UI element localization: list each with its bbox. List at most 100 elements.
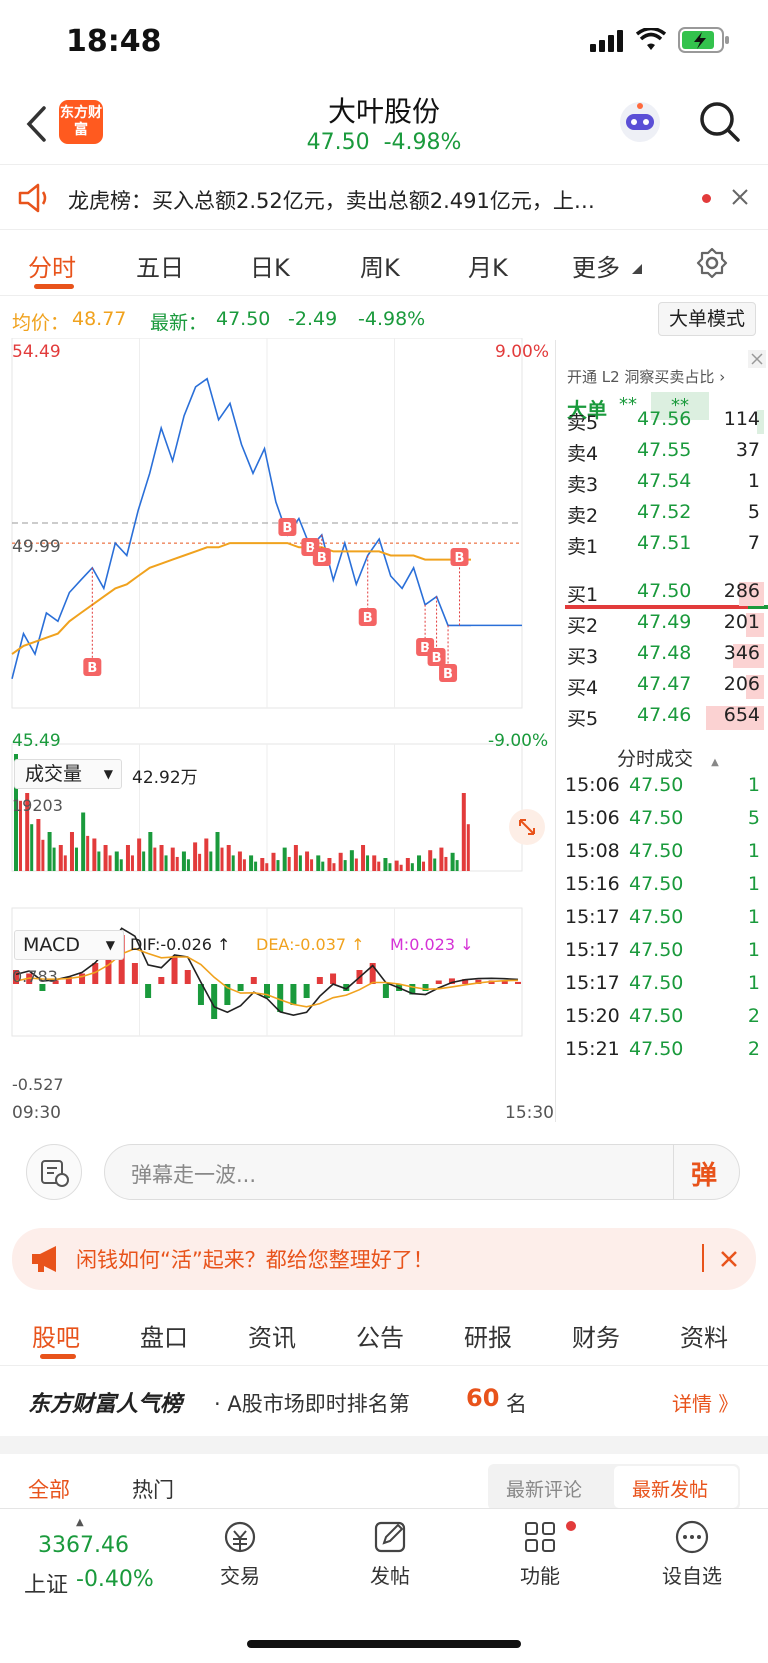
rank-detail-link[interactable]: 详情 》 bbox=[672, 1388, 738, 1417]
volume-bar bbox=[137, 838, 142, 871]
volume-bar bbox=[114, 851, 119, 871]
volume-bar bbox=[282, 847, 287, 871]
volume-indicator-select[interactable]: 成交量 ▼ bbox=[14, 759, 122, 789]
tab-news[interactable]: 资讯 bbox=[248, 1318, 296, 1353]
order-label: 买3 bbox=[567, 646, 599, 668]
danmu-send-button[interactable]: 弹 bbox=[691, 1155, 717, 1192]
order-label: 卖4 bbox=[567, 443, 599, 465]
volume-bar bbox=[170, 847, 175, 871]
tab-guba[interactable]: 股吧 bbox=[32, 1318, 80, 1353]
order-price: 47.47 bbox=[637, 673, 692, 695]
volume-bar bbox=[428, 850, 433, 871]
popularity-rank[interactable]: 东方财富人气榜 · A股市场即时排名第 60 名 详情 》 bbox=[0, 1366, 768, 1436]
order-price: 47.46 bbox=[637, 704, 692, 726]
macd-histogram-bar bbox=[277, 984, 284, 1012]
gear-icon[interactable] bbox=[696, 247, 728, 279]
buy-marker-label: B bbox=[443, 667, 453, 682]
volume-bar bbox=[405, 858, 410, 871]
order-label: 买4 bbox=[567, 677, 599, 699]
trade-row: 15:06 47.50 5 bbox=[555, 807, 768, 837]
promo-banner[interactable]: 闲钱如何“活”起来？都给您整理好了！ bbox=[12, 1228, 756, 1290]
chart-tabs: 分时 五日 日K 周K 月K 更多 bbox=[0, 230, 768, 296]
tab-5day[interactable]: 五日 bbox=[136, 248, 184, 283]
index-value: 3367.46 bbox=[38, 1533, 129, 1558]
tab-pankou[interactable]: 盘口 bbox=[140, 1318, 188, 1353]
close-icon[interactable] bbox=[720, 1250, 738, 1268]
nav-post[interactable]: 发帖 bbox=[340, 1519, 440, 1589]
big-order-mode-button[interactable]: 大单模式 bbox=[658, 302, 756, 336]
danmu-bar: 弹幕走一波... 弹 bbox=[0, 1122, 768, 1212]
change-value: -2.49 bbox=[288, 308, 338, 330]
volume-bar bbox=[265, 863, 269, 871]
volume-bar bbox=[69, 832, 74, 871]
filter-hot[interactable]: 热门 bbox=[132, 1474, 174, 1504]
sort-latest-comment[interactable]: 最新评论 bbox=[506, 1475, 582, 1502]
sort-latest-post[interactable]: 最新发帖 bbox=[632, 1475, 708, 1502]
buy-order-row: 买3 47.48 346 bbox=[555, 642, 768, 672]
tab-monthly-k[interactable]: 月K bbox=[468, 248, 508, 283]
trade-volume: 1 bbox=[747, 873, 760, 895]
tab-daily-k[interactable]: 日K bbox=[250, 248, 290, 283]
volume-bar bbox=[220, 847, 224, 871]
macd-dea: DEA:-0.037 ↑ bbox=[256, 935, 365, 954]
active-tab-indicator bbox=[34, 284, 74, 289]
promo-text: 闲钱如何“活”起来？都给您整理好了！ bbox=[76, 1248, 434, 1272]
tab-profile[interactable]: 资料 bbox=[680, 1318, 728, 1353]
trade-volume: 1 bbox=[747, 939, 760, 961]
trades-title[interactable]: 分时成交 ▲ bbox=[617, 744, 719, 771]
order-volume: 346 bbox=[723, 642, 760, 664]
trade-time: 15:16 bbox=[565, 873, 620, 895]
danmu-input[interactable]: 弹幕走一波... 弹 bbox=[104, 1144, 740, 1200]
volume-bar bbox=[287, 856, 291, 871]
filter-all[interactable]: 全部 bbox=[28, 1474, 70, 1504]
volume-bar bbox=[36, 819, 41, 871]
intraday-charts[interactable]: BBBBBBBBB bbox=[0, 338, 555, 1128]
nav-watchlist[interactable]: 设自选 bbox=[642, 1519, 742, 1589]
volume-bar bbox=[125, 845, 130, 871]
tab-announcements[interactable]: 公告 bbox=[356, 1318, 404, 1353]
order-price: 47.49 bbox=[637, 611, 692, 633]
tab-more[interactable]: 更多 bbox=[572, 248, 620, 283]
active-tab-indicator bbox=[40, 1354, 76, 1359]
danmu-settings-button[interactable] bbox=[26, 1144, 82, 1200]
macd-dif: DIF:-0.026 ↑ bbox=[130, 935, 231, 954]
close-icon[interactable] bbox=[730, 187, 750, 207]
l2-insight-link[interactable]: 开通 L2 洞察买卖占比 › bbox=[567, 366, 725, 387]
macd-histogram-bar bbox=[330, 973, 337, 984]
collapse-icon: ▲ bbox=[711, 757, 719, 768]
order-label: 卖5 bbox=[567, 412, 599, 434]
volume-bar bbox=[327, 858, 332, 871]
volume-bar bbox=[293, 845, 298, 871]
danmu-placeholder: 弹幕走一波... bbox=[131, 1163, 257, 1187]
robot-avatar-icon[interactable] bbox=[618, 100, 662, 144]
trade-volume: 2 bbox=[747, 1038, 760, 1060]
tab-intraday[interactable]: 分时 bbox=[28, 248, 76, 283]
volume-bar bbox=[153, 847, 157, 871]
tab-weekly-k[interactable]: 周K bbox=[360, 248, 400, 283]
macd-histogram-bar bbox=[382, 984, 389, 998]
speaker-icon bbox=[18, 183, 47, 213]
content-tabs: 股吧 盘口 资讯 公告 研报 财务 资料 bbox=[0, 1302, 768, 1366]
volume-max-label: 19203 bbox=[12, 796, 63, 815]
wifi-icon bbox=[636, 28, 666, 50]
megaphone-icon bbox=[32, 1246, 56, 1272]
dragon-tiger-notice[interactable]: 龙虎榜：买入总额2.52亿元，卖出总额2.491亿元，上… bbox=[0, 164, 768, 230]
trade-price: 47.50 bbox=[629, 1038, 684, 1060]
buy-marker-label: B bbox=[363, 611, 373, 626]
tab-finance[interactable]: 财务 bbox=[572, 1318, 620, 1353]
close-icon[interactable] bbox=[748, 350, 766, 368]
divider bbox=[673, 1145, 674, 1199]
search-icon[interactable] bbox=[698, 100, 742, 144]
macd-indicator-select[interactable]: MACD ▼ bbox=[14, 930, 124, 960]
up-triangle-icon: ▲ bbox=[76, 1517, 84, 1528]
volume-bar bbox=[81, 812, 86, 871]
expand-icon[interactable] bbox=[508, 808, 546, 846]
nav-functions[interactable]: 功能 bbox=[490, 1519, 590, 1589]
nav-watchlist-label: 设自选 bbox=[662, 1564, 722, 1588]
dropdown-icon: ▼ bbox=[103, 767, 113, 781]
macd-histogram-bar bbox=[290, 984, 297, 1005]
tab-research[interactable]: 研报 bbox=[464, 1318, 512, 1353]
nav-trade[interactable]: 交易 bbox=[190, 1519, 290, 1589]
market-index-widget[interactable]: ▲ 3367.46 上证 -0.40% bbox=[24, 1517, 174, 1607]
section-separator bbox=[0, 1436, 768, 1454]
